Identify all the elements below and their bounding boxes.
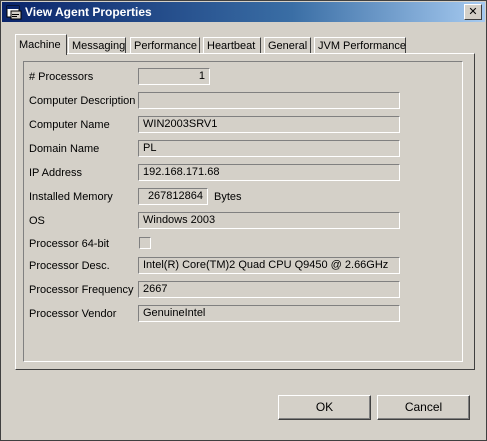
installed-memory-unit: Bytes	[214, 191, 242, 203]
os-field: Windows 2003	[138, 212, 400, 229]
tab-jvm-performance[interactable]: JVM Performance	[314, 37, 406, 53]
computer-description-field	[138, 92, 400, 109]
processor-frequency-field: 2667	[138, 281, 400, 298]
ip-address-field: 192.168.171.68	[138, 164, 400, 181]
close-button[interactable]: ✕	[464, 4, 482, 20]
processor-vendor-field: GenuineIntel	[138, 305, 400, 322]
processors-label: # Processors	[29, 71, 94, 83]
ok-button[interactable]: OK	[278, 395, 371, 420]
computer-name-field: WIN2003SRV1	[138, 116, 400, 133]
domain-name-field: PL	[138, 140, 400, 157]
processors-field: 1	[138, 68, 210, 85]
tab-heartbeat[interactable]: Heartbeat	[203, 37, 261, 53]
processor-frequency-label: Processor Frequency	[29, 284, 134, 296]
processor-desc-field: Intel(R) Core(TM)2 Quad CPU Q9450 @ 2.66…	[138, 257, 400, 274]
processor-64bit-label: Processor 64-bit	[29, 238, 110, 250]
tab-general[interactable]: General	[264, 37, 311, 53]
tab-messaging[interactable]: Messaging	[68, 37, 126, 53]
os-label: OS	[29, 215, 45, 227]
tab-performance[interactable]: Performance	[130, 37, 200, 53]
processor-desc-label: Processor Desc.	[29, 260, 110, 272]
ip-address-label: IP Address	[29, 167, 82, 179]
domain-name-label: Domain Name	[29, 143, 100, 155]
cancel-button[interactable]: Cancel	[377, 395, 470, 420]
processor-64bit-checkbox[interactable]	[139, 237, 151, 249]
title-bar[interactable]: View Agent Properties ✕	[2, 2, 485, 22]
dialog-window: View Agent Properties ✕ Machine Messagin…	[0, 0, 487, 441]
processor-vendor-label: Processor Vendor	[29, 308, 117, 320]
computer-name-label: Computer Name	[29, 119, 110, 131]
close-icon: ✕	[468, 5, 478, 18]
window-title: View Agent Properties	[25, 5, 152, 19]
tab-machine[interactable]: Machine	[15, 34, 67, 55]
agent-properties-icon	[6, 4, 22, 20]
computer-description-label: Computer Description	[29, 95, 136, 107]
installed-memory-label: Installed Memory	[29, 191, 113, 203]
installed-memory-field: 267812864	[138, 188, 208, 205]
